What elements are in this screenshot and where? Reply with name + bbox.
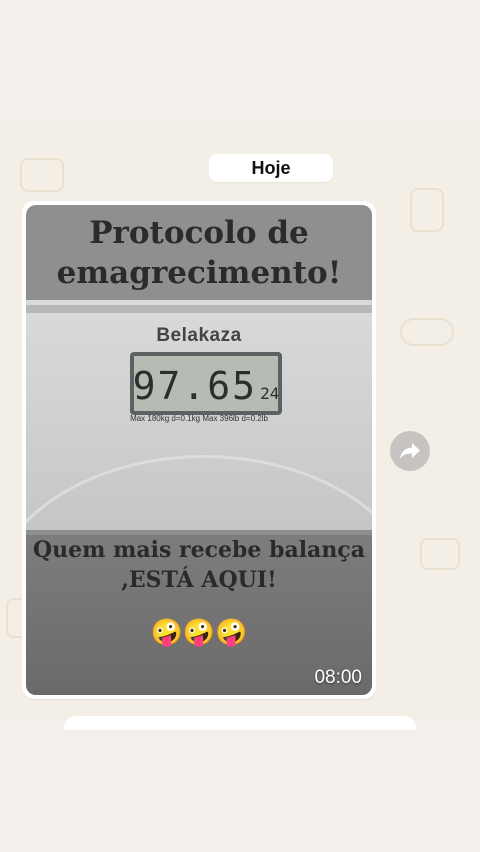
scale-display: 97.65 24 xyxy=(130,352,282,415)
doodle xyxy=(20,158,64,192)
image-headline: Protocolo de emagrecimento! xyxy=(56,215,342,291)
date-chip: Hoje xyxy=(209,154,333,182)
image-caption: Quem mais recebe balança ,ESTÁ AQUI! xyxy=(33,537,365,593)
next-message-bubble-edge xyxy=(64,716,416,730)
scale-reading: 97.65 xyxy=(132,364,258,408)
scale-specs: Max 180kg d=0.1kg Max 396lb d=0.2lb xyxy=(130,414,268,423)
image-message-bubble[interactable]: Belakaza 97.65 24 Max 180kg d=0.1kg Max … xyxy=(22,201,376,699)
doodle xyxy=(420,538,460,570)
scale-rim xyxy=(26,305,372,313)
message-time: 08:00 xyxy=(314,667,362,688)
scale-reading-small: 24 xyxy=(260,384,280,403)
emoji-row: 🤪🤪🤪 xyxy=(150,617,248,647)
doodle xyxy=(400,318,454,346)
doodle xyxy=(410,188,444,232)
scale-brand-logo: Belakaza xyxy=(156,325,242,346)
top-area xyxy=(0,0,480,118)
message-image[interactable]: Belakaza 97.65 24 Max 180kg d=0.1kg Max … xyxy=(26,205,372,695)
forward-arrow-icon xyxy=(400,443,420,459)
bottom-area xyxy=(0,720,480,852)
forward-button[interactable] xyxy=(390,431,430,471)
